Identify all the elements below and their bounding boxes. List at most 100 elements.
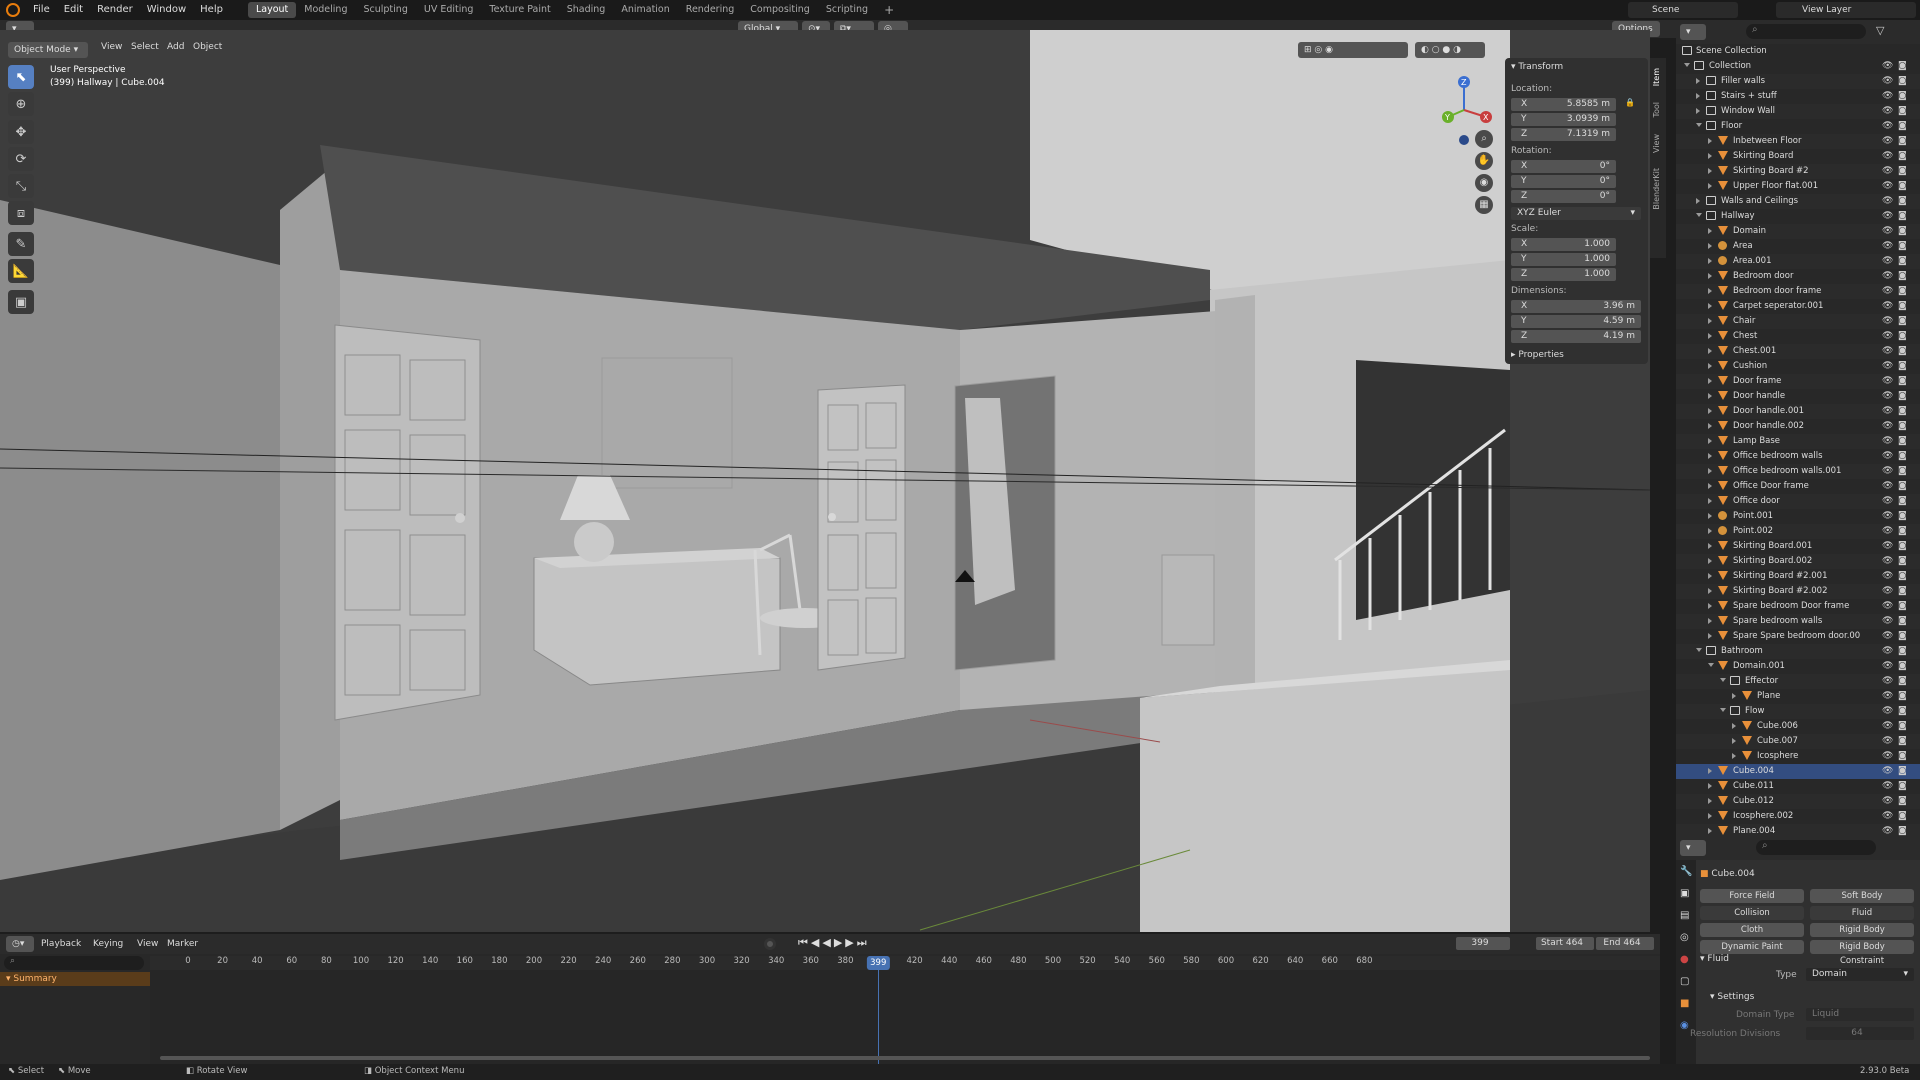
render-camera-icon[interactable]: ◙ bbox=[1898, 421, 1907, 431]
settings-section-header[interactable]: ▾ Settings bbox=[1710, 992, 1754, 1002]
outliner-row[interactable]: Inbetween Floor 👁 ◙ bbox=[1676, 134, 1920, 149]
add-cube-tool[interactable]: ▣ bbox=[8, 290, 34, 314]
expand-arrow-icon[interactable] bbox=[1708, 558, 1712, 564]
location-x-field[interactable]: X 5.8585 m bbox=[1511, 98, 1616, 111]
render-camera-icon[interactable]: ◙ bbox=[1898, 391, 1907, 401]
render-camera-icon[interactable]: ◙ bbox=[1898, 61, 1907, 71]
visibility-eye-icon[interactable]: 👁 bbox=[1882, 436, 1893, 446]
dimensions-x-field[interactable]: X 3.96 m bbox=[1511, 300, 1641, 313]
render-camera-icon[interactable]: ◙ bbox=[1898, 136, 1907, 146]
visibility-eye-icon[interactable]: 👁 bbox=[1882, 361, 1893, 371]
visibility-eye-icon[interactable]: 👁 bbox=[1882, 316, 1893, 326]
expand-arrow-icon[interactable] bbox=[1708, 783, 1712, 789]
collapse-arrow-icon[interactable] bbox=[1684, 63, 1690, 67]
expand-arrow-icon[interactable] bbox=[1708, 273, 1712, 279]
visibility-eye-icon[interactable]: 👁 bbox=[1882, 751, 1893, 761]
render-camera-icon[interactable]: ◙ bbox=[1898, 556, 1907, 566]
render-camera-icon[interactable]: ◙ bbox=[1898, 451, 1907, 461]
outliner-row[interactable]: Bedroom door frame 👁 ◙ bbox=[1676, 284, 1920, 299]
scale-y-field[interactable]: Y 1.000 bbox=[1511, 253, 1616, 266]
playhead-frame-label[interactable]: 399 bbox=[867, 956, 890, 970]
collection-tab-icon[interactable]: ▢ bbox=[1680, 976, 1689, 987]
render-camera-icon[interactable]: ◙ bbox=[1898, 331, 1907, 341]
render-camera-icon[interactable]: ◙ bbox=[1898, 181, 1907, 191]
expand-arrow-icon[interactable] bbox=[1708, 618, 1712, 624]
expand-arrow-icon[interactable] bbox=[1708, 258, 1712, 264]
expand-arrow-icon[interactable] bbox=[1708, 183, 1712, 189]
render-camera-icon[interactable]: ◙ bbox=[1898, 796, 1907, 806]
outliner-row[interactable]: Cube.012 👁 ◙ bbox=[1676, 794, 1920, 809]
timeline-area[interactable] bbox=[150, 970, 1660, 1064]
render-camera-icon[interactable]: ◙ bbox=[1898, 601, 1907, 611]
render-camera-icon[interactable]: ◙ bbox=[1898, 706, 1907, 716]
visibility-eye-icon[interactable]: 👁 bbox=[1882, 376, 1893, 386]
render-camera-icon[interactable]: ◙ bbox=[1898, 646, 1907, 656]
timeline-menu-marker[interactable]: Marker bbox=[160, 934, 205, 954]
visibility-eye-icon[interactable]: 👁 bbox=[1882, 136, 1893, 146]
render-camera-icon[interactable]: ◙ bbox=[1898, 361, 1907, 371]
visibility-eye-icon[interactable]: 👁 bbox=[1882, 256, 1893, 266]
outliner-row[interactable]: Stairs + stuff 👁 ◙ bbox=[1676, 89, 1920, 104]
outliner-search-field[interactable]: ⌕ bbox=[1746, 24, 1866, 39]
outliner-row[interactable]: Bathroom 👁 ◙ bbox=[1676, 644, 1920, 659]
outliner-row[interactable]: Chest.001 👁 ◙ bbox=[1676, 344, 1920, 359]
rotate-tool[interactable]: ⟳ bbox=[8, 147, 34, 171]
pan-view-icon[interactable]: ✋ bbox=[1475, 152, 1493, 170]
expand-arrow-icon[interactable] bbox=[1708, 138, 1712, 144]
render-camera-icon[interactable]: ◙ bbox=[1898, 436, 1907, 446]
visibility-eye-icon[interactable]: 👁 bbox=[1882, 76, 1893, 86]
render-camera-icon[interactable]: ◙ bbox=[1898, 271, 1907, 281]
lock-icon[interactable]: 🔒 bbox=[1625, 98, 1635, 107]
outliner-row[interactable]: Hallway 👁 ◙ bbox=[1676, 209, 1920, 224]
scale-z-field[interactable]: Z 1.000 bbox=[1511, 268, 1616, 281]
outliner-row[interactable]: Plane 👁 ◙ bbox=[1676, 689, 1920, 704]
menu-help[interactable]: Help bbox=[193, 0, 230, 20]
outliner-row[interactable]: Floor 👁 ◙ bbox=[1676, 119, 1920, 134]
visibility-eye-icon[interactable]: 👁 bbox=[1882, 586, 1893, 596]
viewport-menu-object[interactable]: Object bbox=[186, 39, 229, 55]
workspace-tab-animation[interactable]: Animation bbox=[613, 2, 677, 18]
outliner-row[interactable]: Domain 👁 ◙ bbox=[1676, 224, 1920, 239]
render-camera-icon[interactable]: ◙ bbox=[1898, 751, 1907, 761]
outliner-row[interactable]: Filler walls 👁 ◙ bbox=[1676, 74, 1920, 89]
collapse-arrow-icon[interactable] bbox=[1696, 123, 1702, 127]
visibility-eye-icon[interactable]: 👁 bbox=[1882, 151, 1893, 161]
visibility-eye-icon[interactable]: 👁 bbox=[1882, 391, 1893, 401]
visibility-eye-icon[interactable]: 👁 bbox=[1882, 451, 1893, 461]
render-camera-icon[interactable]: ◙ bbox=[1898, 541, 1907, 551]
rotation-y-field[interactable]: Y 0° bbox=[1511, 175, 1616, 188]
render-camera-icon[interactable]: ◙ bbox=[1898, 196, 1907, 206]
render-camera-icon[interactable]: ◙ bbox=[1898, 286, 1907, 296]
workspace-tab-uv-editing[interactable]: UV Editing bbox=[416, 2, 482, 18]
visibility-eye-icon[interactable]: 👁 bbox=[1882, 796, 1893, 806]
properties-editor-type-button[interactable]: ▾ bbox=[1680, 840, 1706, 856]
object-tab-icon[interactable]: ■ bbox=[1680, 998, 1689, 1009]
end-frame-field[interactable]: End 464 bbox=[1596, 937, 1654, 950]
sidebar-tab-view[interactable]: View bbox=[1652, 134, 1661, 153]
outliner-row[interactable]: Area 👁 ◙ bbox=[1676, 239, 1920, 254]
visibility-eye-icon[interactable]: 👁 bbox=[1882, 781, 1893, 791]
outliner-row[interactable]: Door handle.002 👁 ◙ bbox=[1676, 419, 1920, 434]
outliner-scene-collection[interactable]: Scene Collection bbox=[1676, 44, 1920, 59]
visibility-eye-icon[interactable]: 👁 bbox=[1882, 706, 1893, 716]
render-camera-icon[interactable]: ◙ bbox=[1898, 151, 1907, 161]
visibility-eye-icon[interactable]: 👁 bbox=[1882, 406, 1893, 416]
overlay-toggles[interactable]: ⊞ ◎ ◉ bbox=[1298, 42, 1408, 58]
expand-arrow-icon[interactable] bbox=[1708, 498, 1712, 504]
workspace-tab-scripting[interactable]: Scripting bbox=[818, 2, 876, 18]
expand-arrow-icon[interactable] bbox=[1708, 243, 1712, 249]
visibility-eye-icon[interactable]: 👁 bbox=[1882, 766, 1893, 776]
outliner-editor-type-button[interactable]: ▾ bbox=[1680, 24, 1706, 40]
render-camera-icon[interactable]: ◙ bbox=[1898, 496, 1907, 506]
expand-arrow-icon[interactable] bbox=[1708, 633, 1712, 639]
visibility-eye-icon[interactable]: 👁 bbox=[1882, 571, 1893, 581]
outliner-row[interactable]: Skirting Board #2 👁 ◙ bbox=[1676, 164, 1920, 179]
location-z-field[interactable]: Z 7.1319 m bbox=[1511, 128, 1616, 141]
expand-arrow-icon[interactable] bbox=[1732, 723, 1736, 729]
outliner-row[interactable]: Area.001 👁 ◙ bbox=[1676, 254, 1920, 269]
visibility-eye-icon[interactable]: 👁 bbox=[1882, 181, 1893, 191]
expand-arrow-icon[interactable] bbox=[1696, 78, 1700, 84]
visibility-eye-icon[interactable]: 👁 bbox=[1882, 616, 1893, 626]
collapse-arrow-icon[interactable] bbox=[1696, 213, 1702, 217]
visibility-eye-icon[interactable]: 👁 bbox=[1882, 676, 1893, 686]
